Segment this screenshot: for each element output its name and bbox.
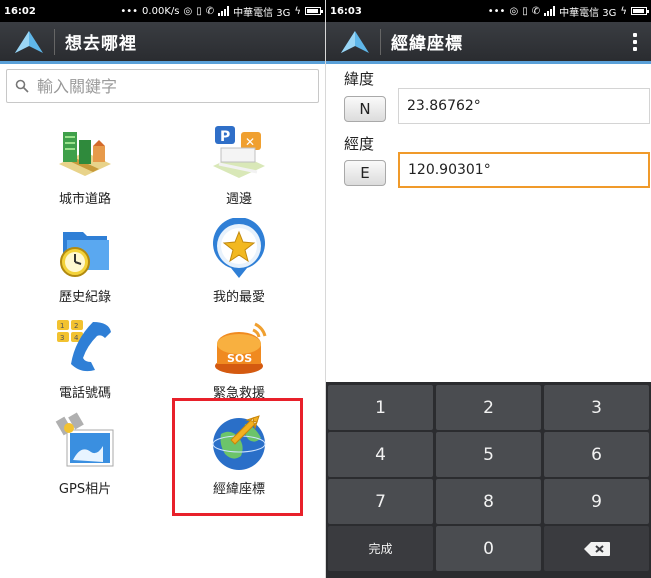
- svg-text:SOS: SOS: [227, 352, 252, 365]
- page-title: 想去哪裡: [65, 34, 137, 54]
- key-5[interactable]: 5: [436, 432, 541, 477]
- vibrate-icon: ▯: [522, 5, 528, 17]
- phone-icon: 1 2 3 4: [57, 320, 111, 372]
- app-bar: 經緯座標: [326, 22, 651, 64]
- history-icon: [60, 232, 109, 277]
- menu-item-gps-photo[interactable]: GPS相片: [4, 406, 166, 502]
- menu-item-phone[interactable]: 1 2 3 4 電話號碼: [4, 310, 166, 406]
- longitude-label: 經度: [344, 135, 375, 153]
- menu-item-label: 電話號碼: [58, 386, 111, 401]
- more-dots-icon: •••: [487, 5, 506, 17]
- key-8[interactable]: 8: [436, 479, 541, 524]
- menu-item-label: GPS相片: [58, 482, 112, 497]
- svg-text:3: 3: [60, 334, 64, 342]
- key-3[interactable]: 3: [544, 385, 649, 430]
- favorites-icon: [213, 218, 265, 278]
- latitude-direction-button[interactable]: N: [344, 96, 386, 122]
- longitude-direction-button[interactable]: E: [344, 160, 386, 186]
- more-dots-icon: •••: [120, 5, 139, 17]
- numeric-keypad: 1 2 3 4 5 6 7 8 9 完成 0: [326, 382, 651, 578]
- menu-item-label: 城市道路: [58, 192, 111, 207]
- status-time: 16:03: [330, 5, 362, 17]
- charging-icon: ϟ: [620, 5, 627, 17]
- network-speed: 0.00K/s: [142, 5, 180, 17]
- wifi-icon: ✆: [531, 5, 541, 17]
- signal-icon: [218, 6, 230, 16]
- svg-text:1: 1: [60, 322, 64, 330]
- vibrate-icon: ▯: [196, 5, 202, 17]
- gps-photo-icon: [55, 412, 114, 467]
- page-title: 經緯座標: [391, 34, 463, 54]
- menu-item-history[interactable]: 歷史紀錄: [4, 214, 166, 310]
- done-key[interactable]: 完成: [328, 526, 433, 571]
- latitude-input[interactable]: 23.86762°: [398, 88, 650, 124]
- svg-text:4: 4: [74, 334, 79, 342]
- carrier-label: 中華電信 3G: [559, 7, 617, 19]
- key-2[interactable]: 2: [436, 385, 541, 430]
- coordinates-screen: 16:03 ••• ◎ ▯ ✆ 中華電信 3G ϟ 經緯座標 緯度 N 23.8…: [326, 0, 651, 578]
- search-destination-screen: 16:02 ••• 0.00K/s ◎ ▯ ✆ 中華電信 3G ϟ 想去哪裡 輸…: [0, 0, 325, 578]
- sos-icon: SOS: [215, 322, 267, 374]
- menu-item-nearby[interactable]: P ✕ 週邊: [158, 116, 320, 212]
- nearby-icon: P ✕: [213, 126, 265, 178]
- status-time: 16:02: [4, 5, 36, 17]
- overflow-menu-icon[interactable]: [633, 32, 637, 51]
- key-6[interactable]: 6: [544, 432, 649, 477]
- svg-text:P: P: [220, 129, 230, 145]
- signal-icon: [544, 6, 556, 16]
- app-logo-icon[interactable]: [338, 27, 372, 57]
- appbar-separator: [54, 28, 55, 55]
- backspace-icon: [583, 541, 610, 556]
- menu-item-label: 歷史紀錄: [58, 290, 111, 305]
- search-icon: [15, 79, 29, 93]
- key-9[interactable]: 9: [544, 479, 649, 524]
- battery-icon: [305, 7, 323, 15]
- app-logo-icon[interactable]: [12, 27, 46, 57]
- backspace-key[interactable]: [544, 526, 649, 571]
- svg-text:✕: ✕: [245, 135, 255, 149]
- carrier-label: 中華電信 3G: [233, 7, 291, 19]
- charging-icon: ϟ: [294, 5, 301, 17]
- menu-item-sos[interactable]: SOS 緊急救援: [158, 310, 320, 406]
- menu-item-city-roads[interactable]: 城市道路: [4, 116, 166, 212]
- key-4[interactable]: 4: [328, 432, 433, 477]
- longitude-input[interactable]: 120.90301°: [398, 152, 650, 188]
- menu-item-label: 週邊: [225, 192, 252, 207]
- key-0[interactable]: 0: [436, 526, 541, 571]
- key-7[interactable]: 7: [328, 479, 433, 524]
- key-1[interactable]: 1: [328, 385, 433, 430]
- battery-icon: [631, 7, 649, 15]
- sync-icon: ◎: [183, 5, 193, 17]
- latitude-label: 緯度: [344, 70, 375, 88]
- search-input[interactable]: [37, 76, 297, 96]
- appbar-separator: [380, 28, 381, 55]
- city-roads-icon: [59, 132, 111, 176]
- svg-text:2: 2: [74, 322, 78, 330]
- status-bar: 16:02 ••• 0.00K/s ◎ ▯ ✆ 中華電信 3G ϟ: [0, 0, 325, 22]
- menu-item-favorites[interactable]: 我的最愛: [158, 214, 320, 310]
- wifi-icon: ✆: [205, 5, 215, 17]
- menu-item-label: 我的最愛: [212, 290, 265, 305]
- search-box[interactable]: [6, 69, 319, 103]
- status-bar: 16:03 ••• ◎ ▯ ✆ 中華電信 3G ϟ: [326, 0, 651, 22]
- sync-icon: ◎: [509, 5, 519, 17]
- app-bar: 想去哪裡: [0, 22, 325, 64]
- highlight-frame: [172, 398, 303, 516]
